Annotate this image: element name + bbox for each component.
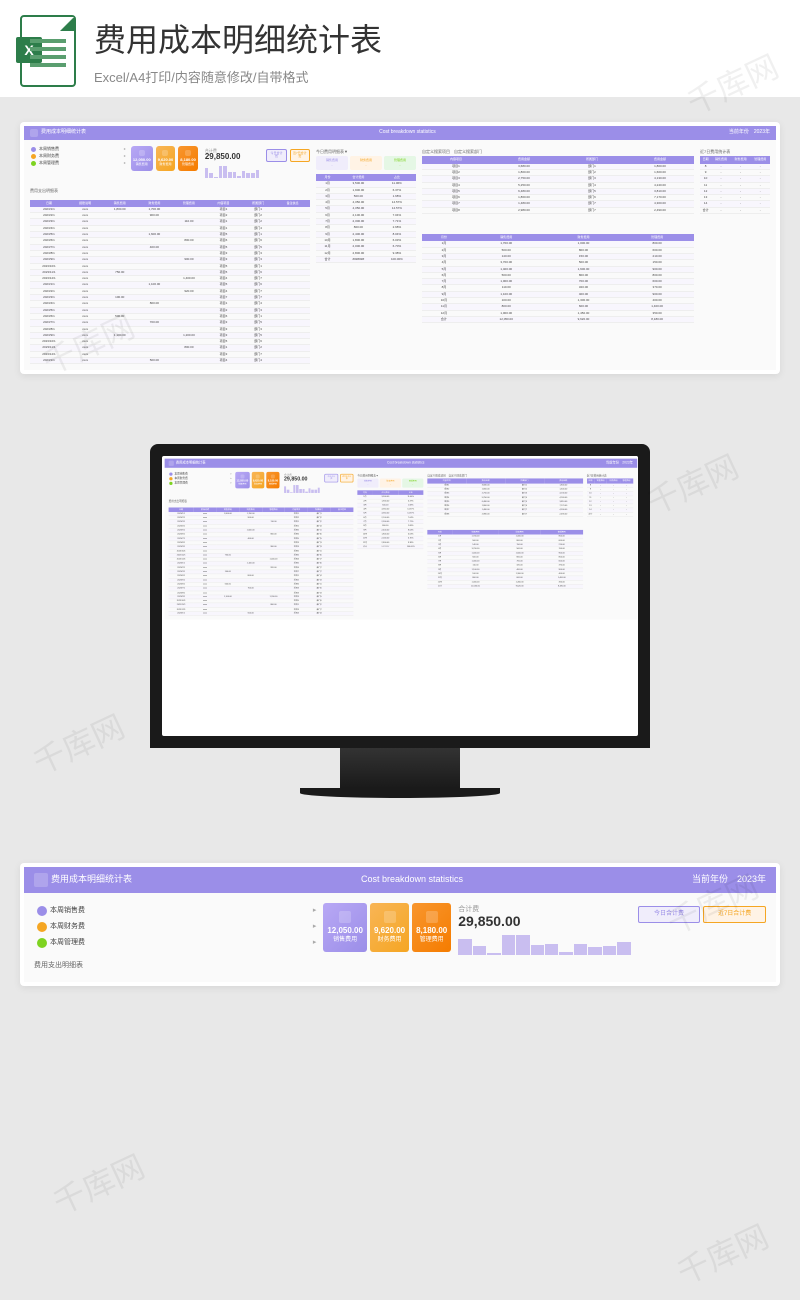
legend-item: 本周销售费▸ xyxy=(30,146,127,153)
watermark: 千库网 xyxy=(45,1142,151,1224)
table-row: 合计--- xyxy=(700,207,770,213)
page-subtitle: Excel/A4打印/内容随意修改/自带格式 xyxy=(94,67,382,86)
section-title: 自定义搜索项目 自定义搜索部门 xyxy=(422,150,694,154)
dashboard-header: 费用成本明细统计表 Cost breakdown statistics 当前年份… xyxy=(24,867,776,893)
section-title: 近7日费用统计表 xyxy=(700,150,770,154)
app-icon xyxy=(30,129,38,137)
summary-table: 月份销售费用财务费用管理费用1月1,700.001,000.00800.002月… xyxy=(427,530,582,589)
sub-card: 管理费用- xyxy=(384,156,416,170)
sub-card: 销售费用- xyxy=(357,479,378,488)
detail-table: 日期报账说明销售费用财务费用管理费用内容项目所属部门备注信息2023/1/1xx… xyxy=(30,200,310,365)
monitor-base xyxy=(300,788,500,798)
excel-file-icon: X xyxy=(20,15,76,87)
legend-item: 本周管理费▸ xyxy=(30,160,127,167)
filter-button[interactable]: 近7日合计费 xyxy=(340,474,353,482)
table-row: 项目82,980.00部门72,490.00 xyxy=(422,207,694,213)
project-table: 内容项目费用金额所属部门费用金额项目13,680.00部门11,800.00项目… xyxy=(427,479,582,517)
sub-card: 销售费用- xyxy=(316,156,348,170)
watermark: 千库网 xyxy=(25,702,131,784)
total-bar-chart xyxy=(284,484,320,493)
dashboard-title: 费用成本明细统计表 xyxy=(51,875,132,885)
section-title: 今日费用明细表▼ xyxy=(316,150,416,154)
dashboard-title: 费用成本明细统计表 xyxy=(41,130,86,136)
monitor-stand xyxy=(340,748,460,788)
summary-table: 月份销售费用财务费用管理费用1月1,700.001,000.00800.002月… xyxy=(422,234,694,323)
table-row: 2023/1/1xxxx500.00项目4部门4 xyxy=(169,612,354,616)
dashboard-subtitle-en: Cost breakdown statistics xyxy=(387,462,424,466)
summary-card: 8,180.00管理费用 xyxy=(178,146,198,171)
summary-card: 8,180.00管理费用 xyxy=(266,472,279,488)
sub-card: 财务费用- xyxy=(350,156,382,170)
legend-item: 本周管理费▸ xyxy=(169,481,233,486)
sub-card: 财务费用- xyxy=(380,479,401,488)
detail-table: 日期报账说明销售费用财务费用管理费用内容项目所属部门备注信息2023/1/1xx… xyxy=(169,507,354,616)
table-row: 合计#######100.00% xyxy=(316,256,416,262)
dashboard-header: 费用成本明细统计表 Cost breakdown statistics 当前年份… xyxy=(24,126,776,140)
table-row: 合计#######100.00% xyxy=(357,545,423,549)
summary-card: 9,620.00财务费用 xyxy=(252,472,265,488)
watermark: 千库网 xyxy=(669,1212,775,1294)
summary-card: 12,050.00销售费用 xyxy=(131,146,153,171)
watermark: 千库网 xyxy=(639,442,745,524)
month-table: 月份合计费用占比1月3,500.0011.06%2月1,900.006.37%3… xyxy=(357,491,423,550)
recent-table: 日期销售费用财务费用管理费用8---9---10---11---12---13-… xyxy=(587,479,633,517)
app-icon xyxy=(34,873,48,887)
year-display: 当前年份 2023年 xyxy=(692,875,766,885)
project-table: 内容项目费用金额所属部门费用金额项目13,680.00部门11,800.00项目… xyxy=(422,156,694,214)
legend-item: 本周管理费▸ xyxy=(34,935,319,951)
legend-item: 本周财务费▸ xyxy=(30,153,127,160)
dashboard-subtitle-en: Cost breakdown statistics xyxy=(379,130,436,136)
table-row: 合计12,050.009,620.008,180.00 xyxy=(427,585,582,589)
year-display: 当前年份 2023年 xyxy=(729,130,770,136)
monitor-mockup: 费用成本明细统计表 Cost breakdown statistics 当前年份… xyxy=(150,444,650,748)
month-table: 月份合计费用占比1月3,500.0011.06%2月1,900.006.37%3… xyxy=(316,174,416,263)
summary-card: 12,050.00销售费用 xyxy=(235,472,249,488)
total-bar-chart xyxy=(205,164,260,178)
summary-card: 8,180.00管理费用 xyxy=(412,903,451,951)
legend-item: 本周财务费▸ xyxy=(34,919,319,935)
legend-item: 本周销售费▸ xyxy=(34,903,319,919)
section-title: 自定义搜索项目 自定义搜索部门 xyxy=(427,475,582,478)
table-row: 2023/1/1xxxx500.00项目4部门4 xyxy=(30,358,310,364)
recent-table: 日期销售费用财务费用管理费用8---9---10---11---12---13-… xyxy=(700,156,770,214)
template-preview-crop: 费用成本明细统计表 Cost breakdown statistics 当前年份… xyxy=(20,863,780,986)
table-row: 合计12,050.009,620.008,180.00 xyxy=(422,316,694,322)
section-title: 费用支出明细表 xyxy=(169,501,354,504)
summary-card: 9,620.00财务费用 xyxy=(156,146,176,171)
year-display: 当前年份 2023年 xyxy=(606,462,633,466)
page-title: 费用成本明细统计表 xyxy=(94,15,382,61)
filter-button[interactable]: 近7日合计费 xyxy=(703,906,766,923)
filter-button[interactable]: 今日合计费 xyxy=(325,474,338,482)
app-icon xyxy=(169,461,174,466)
dashboard-header: 费用成本明细统计表 Cost breakdown statistics 当前年份… xyxy=(165,459,637,468)
section-title: 今日费用明细表▼ xyxy=(357,475,423,478)
dashboard-title: 费用成本明细统计表 xyxy=(176,462,206,466)
total-box: 合计费29,850.00 xyxy=(455,903,633,958)
filter-button[interactable]: 今日合计费 xyxy=(266,149,286,162)
sub-card: 管理费用- xyxy=(402,479,423,488)
section-title: 近7日费用统计表 xyxy=(587,475,633,478)
section-title: 费用支出明细表 xyxy=(30,189,310,193)
total-bar-chart xyxy=(458,931,630,955)
summary-card: 12,050.00销售费用 xyxy=(323,903,367,951)
total-box: 合计费29,850.00 xyxy=(282,472,322,495)
filter-button[interactable]: 今日合计费 xyxy=(638,906,701,923)
template-preview-flat: 费用成本明细统计表 Cost breakdown statistics 当前年份… xyxy=(20,122,780,374)
total-box: 合计费29,850.00 xyxy=(202,146,263,181)
dashboard-subtitle-en: Cost breakdown statistics xyxy=(361,875,463,885)
section-title: 费用支出明细表 xyxy=(34,962,766,970)
table-row: 合计--- xyxy=(587,513,633,517)
filter-button[interactable]: 近7日合计费 xyxy=(290,149,310,162)
summary-card: 9,620.00财务费用 xyxy=(370,903,409,951)
title-section: X 费用成本明细统计表 Excel/A4打印/内容随意修改/自带格式 xyxy=(0,0,800,97)
